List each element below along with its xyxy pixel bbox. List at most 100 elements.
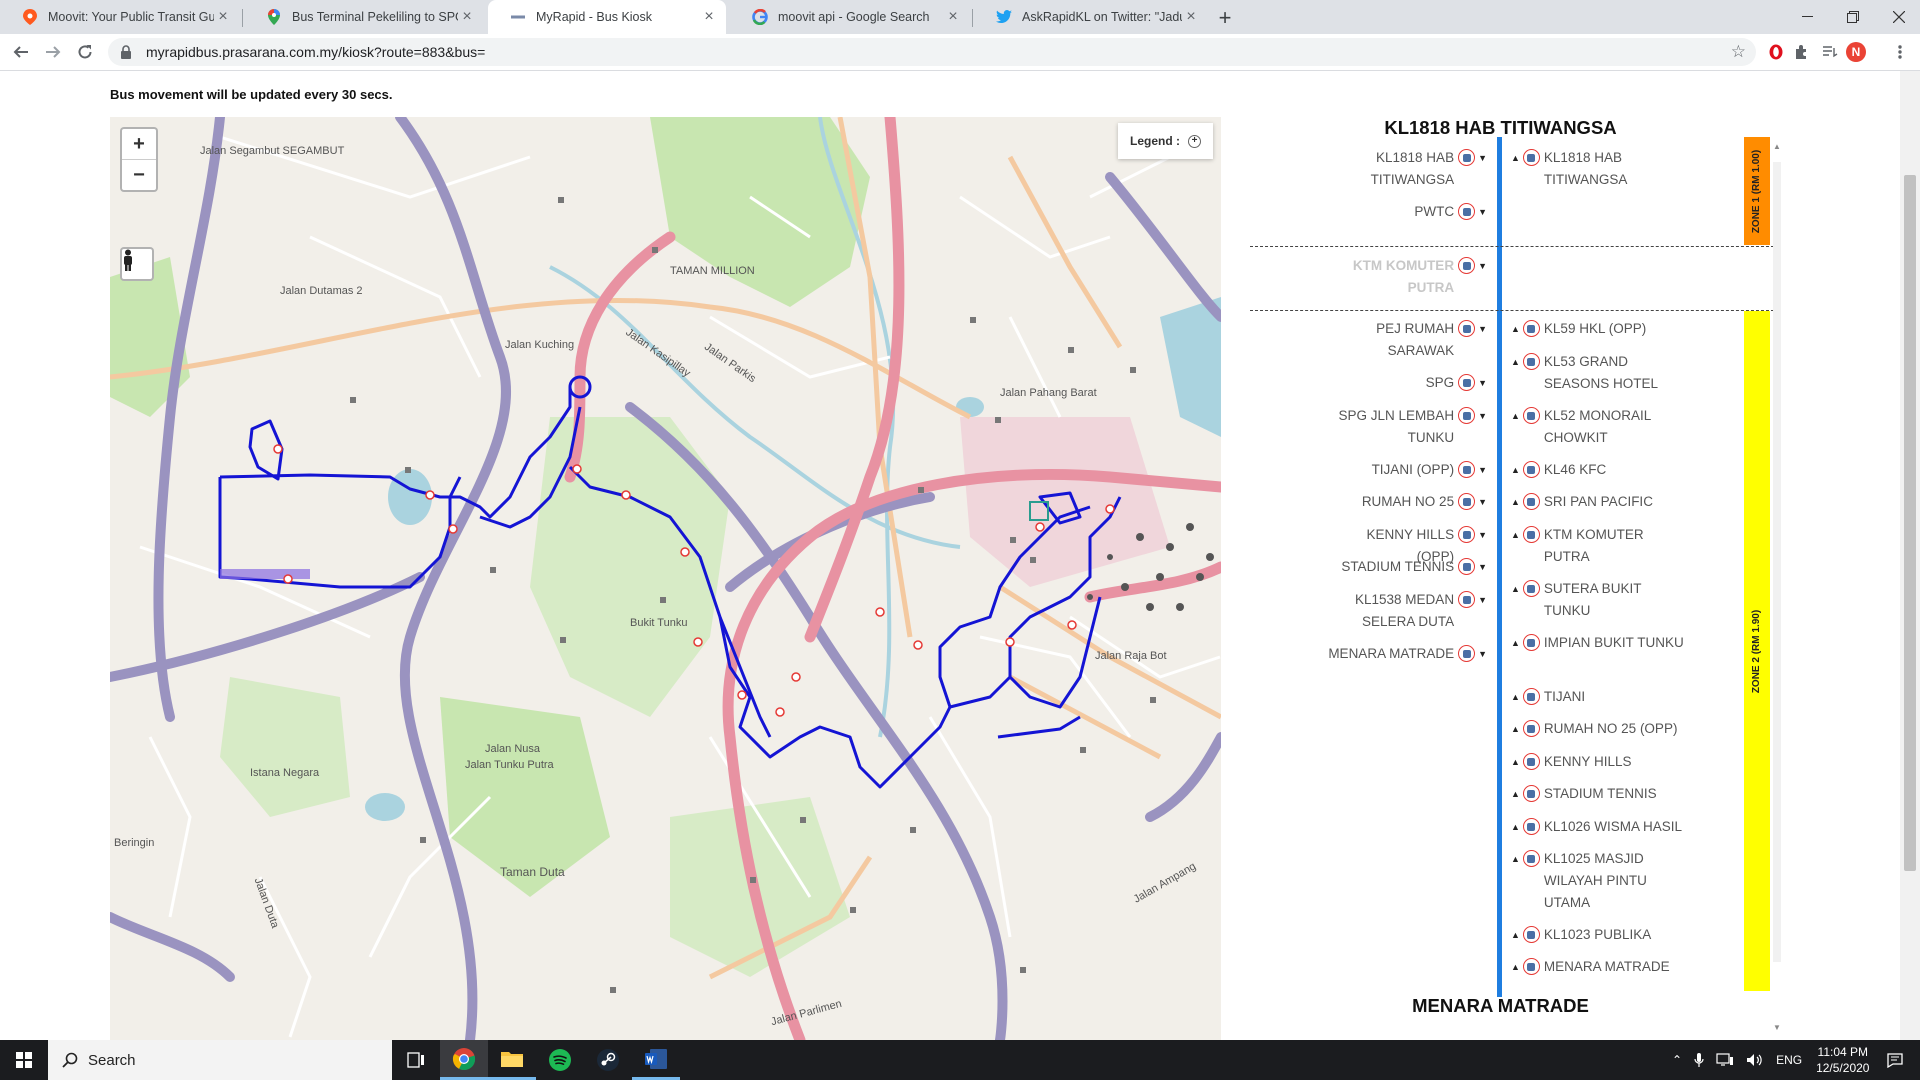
close-window-button[interactable] — [1876, 0, 1920, 34]
volume-icon[interactable] — [1746, 1053, 1764, 1067]
microphone-icon[interactable] — [1694, 1052, 1704, 1068]
zone-divider — [1250, 246, 1774, 247]
stop-right[interactable]: ▲ KL1025 MASJID WILAYAH PINTU UTAMA — [1511, 848, 1691, 914]
menu-kebab-icon[interactable] — [1890, 42, 1910, 62]
page-scrollbar-thumb[interactable] — [1904, 175, 1916, 871]
tab-google-maps[interactable]: Bus Terminal Pekeliling to SPG Jln × — [244, 0, 484, 34]
stop-right[interactable]: ▲ KL53 GRAND SEASONS HOTEL — [1511, 351, 1691, 395]
stop-left[interactable]: KTM KOMUTER PUTRA ▼ — [1327, 255, 1487, 299]
stop-left[interactable]: MENARA MATRADE ▼ — [1327, 643, 1487, 665]
tab-moovit[interactable]: Moovit: Your Public Transit Guide × — [0, 0, 240, 34]
clock[interactable]: 11:04 PM 12/5/2020 — [1816, 1044, 1869, 1076]
stop-right[interactable]: ▲ KL1818 HAB TITIWANGSA — [1511, 147, 1691, 191]
extensions-puzzle-icon[interactable] — [1792, 42, 1812, 62]
stop-left[interactable]: SPG ▼ — [1327, 372, 1487, 394]
stop-left[interactable]: SPG JLN LEMBAH TUNKU ▼ — [1327, 405, 1487, 449]
tab-google-search[interactable]: moovit api - Google Search × — [730, 0, 970, 34]
tab-myrapid[interactable]: MyRapid - Bus Kiosk × — [488, 0, 726, 34]
panel-scrollbar[interactable]: ▲ ▼ — [1770, 142, 1784, 1032]
stop-right[interactable]: ▲ KL46 KFC — [1511, 459, 1691, 481]
search-icon — [62, 1052, 78, 1068]
park-area — [530, 417, 730, 717]
taskbar-search-box[interactable]: Search — [48, 1040, 392, 1080]
close-icon[interactable]: × — [700, 8, 718, 26]
chevron-up-icon[interactable]: ⌃ — [1672, 1053, 1682, 1067]
close-icon[interactable]: × — [214, 8, 232, 26]
forward-button[interactable] — [40, 39, 66, 65]
notifications-icon[interactable] — [1887, 1052, 1904, 1068]
stop-right[interactable]: ▲ SRI PAN PACIFIC — [1511, 491, 1691, 513]
new-tab-button[interactable]: + — [1212, 5, 1238, 31]
network-icon[interactable] — [1716, 1053, 1734, 1067]
close-icon[interactable]: × — [1182, 8, 1200, 26]
stop-left[interactable]: KL1818 HAB TITIWANGSA ▼ — [1327, 147, 1487, 191]
bus-route-map[interactable]: Jalan Segambut SEGAMBUT Jalan Dutamas 2 … — [110, 117, 1221, 1040]
stop-right[interactable]: ▲ KL52 MONORAIL CHOWKIT — [1511, 405, 1691, 449]
stop-right[interactable]: ▲ TIJANI — [1511, 686, 1691, 708]
page-scrollbar[interactable] — [1900, 71, 1920, 1040]
stop-left[interactable]: STADIUM TENNIS ▼ — [1327, 556, 1487, 578]
file-explorer-icon[interactable] — [488, 1040, 536, 1080]
minimize-button[interactable] — [1784, 0, 1830, 34]
steam-icon[interactable] — [584, 1040, 632, 1080]
opera-extension-icon[interactable] — [1766, 42, 1786, 62]
close-icon[interactable]: × — [458, 8, 476, 26]
back-button[interactable] — [8, 39, 34, 65]
url-text: myrapidbus.prasarana.com.my/kiosk?route=… — [146, 44, 486, 60]
windows-start-icon[interactable] — [0, 1040, 48, 1080]
stop-right[interactable]: ▲ IMPIAN BUKIT TUNKU — [1511, 632, 1691, 654]
address-bar[interactable]: myrapidbus.prasarana.com.my/kiosk?route=… — [108, 38, 1756, 66]
map-label: Istana Negara — [250, 767, 320, 779]
stop-right[interactable]: ▲ KTM KOMUTER PUTRA — [1511, 524, 1691, 568]
stop-right[interactable]: ▲ KENNY HILLS — [1511, 751, 1691, 773]
language-indicator[interactable]: ENG — [1776, 1053, 1802, 1067]
chrome-app-icon[interactable] — [440, 1040, 488, 1080]
caret-down-icon: ▼ — [1478, 207, 1487, 217]
caret-down-icon: ▼ — [1478, 324, 1487, 334]
stop-right[interactable]: ▲ KL1026 WISMA HASIL — [1511, 816, 1691, 838]
stop-left[interactable]: TIJANI (OPP) ▼ — [1327, 459, 1487, 481]
restore-button[interactable] — [1830, 0, 1876, 34]
caret-up-icon: ▲ — [1511, 324, 1520, 334]
stop-name: TIJANI (OPP) — [1371, 462, 1455, 477]
caret-up-icon: ▲ — [1511, 465, 1520, 475]
stop-right[interactable]: ▲ SUTERA BUKIT TUNKU — [1511, 578, 1691, 622]
caret-up-icon: ▲ — [1511, 497, 1520, 507]
legend-toggle[interactable]: Legend : + — [1118, 123, 1213, 159]
zoom-out-button[interactable]: − — [122, 159, 156, 190]
bus-icon — [1522, 407, 1540, 424]
map-canvas[interactable] — [110, 117, 1221, 1040]
stop-right[interactable]: ▲ KL59 HKL (OPP) — [1511, 318, 1691, 340]
bookmark-star-icon[interactable]: ☆ — [1731, 42, 1746, 62]
reload-button[interactable] — [72, 39, 98, 65]
panel-scrollbar-thumb[interactable] — [1773, 162, 1781, 962]
stop-left[interactable]: PWTC ▼ — [1327, 201, 1487, 223]
bus-icon — [1458, 407, 1476, 424]
stop-right[interactable]: ▲ MENARA MATRADE — [1511, 956, 1691, 978]
stop-left[interactable]: RUMAH NO 25 ▼ — [1327, 491, 1487, 513]
close-icon[interactable]: × — [944, 8, 962, 26]
stop-right[interactable]: ▲ RUMAH NO 25 (OPP) — [1511, 718, 1691, 740]
stop-name: KL52 MONORAIL CHOWKIT — [1543, 408, 1651, 445]
stop-left[interactable]: PEJ RUMAH SARAWAK ▼ — [1327, 318, 1487, 362]
stop-name: KL1026 WISMA HASIL — [1543, 819, 1682, 834]
lock-icon[interactable] — [120, 45, 134, 59]
spotify-icon[interactable] — [536, 1040, 584, 1080]
stop-right[interactable]: ▲ STADIUM TENNIS — [1511, 783, 1691, 805]
stop-right[interactable]: ▲ KL1023 PUBLIKA — [1511, 924, 1691, 946]
bus-icon — [1522, 958, 1540, 975]
tab-title: moovit api - Google Search — [778, 10, 930, 24]
profile-avatar[interactable]: N — [1846, 42, 1866, 62]
caret-up-icon: ▲ — [1511, 757, 1520, 767]
tab-twitter[interactable]: AskRapidKL on Twitter: "Jadual w × — [974, 0, 1208, 34]
stop-left[interactable]: KL1538 MEDAN SELERA DUTA ▼ — [1327, 589, 1487, 633]
caret-up-icon: ▲ — [1511, 638, 1520, 648]
reading-list-icon[interactable] — [1820, 42, 1840, 62]
bus-icon — [1458, 493, 1476, 510]
profile-initial: N — [1846, 42, 1866, 62]
bus-icon — [1522, 580, 1540, 597]
zoom-in-button[interactable]: + — [122, 129, 156, 159]
task-view-icon[interactable] — [392, 1040, 440, 1080]
word-app-icon[interactable] — [632, 1040, 680, 1080]
street-view-pegman-icon[interactable] — [120, 247, 154, 281]
